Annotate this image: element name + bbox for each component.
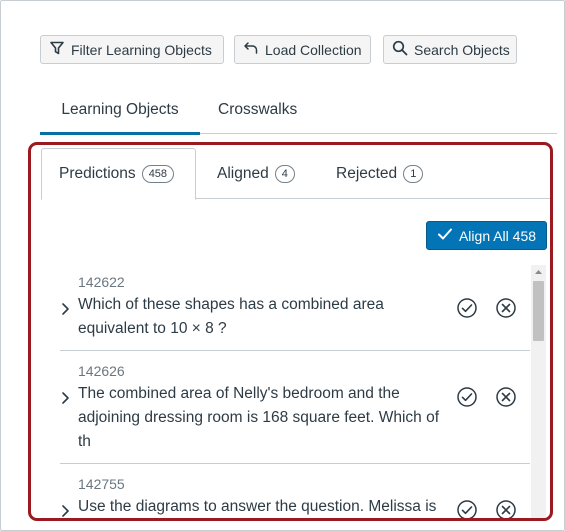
filter-button-label: Filter Learning Objects: [71, 41, 212, 58]
accept-check-circle-icon[interactable]: [455, 385, 479, 409]
predictions-count-badge: 458: [141, 165, 175, 183]
toolbar: Filter Learning Objects Load Collection …: [40, 35, 517, 64]
tab-crosswalks[interactable]: Crosswalks: [218, 86, 297, 134]
tab-learning-objects[interactable]: Learning Objects: [40, 86, 200, 135]
tab-rejected[interactable]: Rejected 1: [336, 148, 424, 200]
aligned-count-badge: 4: [274, 165, 295, 183]
item-id: 142755: [78, 476, 125, 492]
accept-check-circle-icon[interactable]: [455, 296, 479, 320]
load-collection-button[interactable]: Load Collection: [234, 35, 371, 64]
chevron-right-icon[interactable]: [60, 391, 72, 405]
list-item: 142622 Which of these shapes has a combi…: [60, 262, 530, 351]
item-question: Which of these shapes has a combined are…: [78, 296, 384, 337]
tab-aligned-label: Aligned: [217, 165, 269, 182]
search-icon: [392, 40, 408, 59]
search-button-label: Search Objects: [414, 41, 510, 58]
reject-x-circle-icon[interactable]: [494, 498, 518, 518]
rejected-count-badge: 1: [403, 165, 424, 183]
item-question: Use the diagrams to answer the question.…: [78, 498, 437, 515]
checkmark-icon: [437, 226, 453, 245]
predictions-panel: Predictions 458 Aligned 4 Rejected 1 Ali…: [28, 142, 553, 521]
tab-rejected-label: Rejected: [336, 165, 398, 182]
align-all-label: Align All 458: [458, 227, 537, 244]
accept-check-circle-icon[interactable]: [455, 498, 479, 518]
item-id: 142622: [78, 274, 125, 290]
item-actions: [455, 498, 518, 518]
load-button-label: Load Collection: [265, 41, 362, 58]
filter-icon: [49, 40, 65, 59]
reject-x-circle-icon[interactable]: [494, 385, 518, 409]
undo-arrow-icon: [243, 40, 259, 59]
align-all-button[interactable]: Align All 458: [426, 221, 547, 250]
item-actions: [455, 385, 518, 409]
tab-aligned[interactable]: Aligned 4: [217, 148, 295, 200]
reject-x-circle-icon[interactable]: [494, 296, 518, 320]
scroll-up-arrow-icon[interactable]: [531, 265, 546, 279]
list-item: 142626 The combined area of Nelly's bedr…: [60, 351, 530, 464]
chevron-right-icon[interactable]: [60, 504, 72, 518]
list-item: 142755 Use the diagrams to answer the qu…: [60, 464, 530, 518]
chevron-right-icon[interactable]: [60, 302, 72, 316]
scrollbar-thumb[interactable]: [533, 281, 544, 341]
sub-tabs: Predictions 458 Aligned 4 Rejected 1: [41, 148, 550, 200]
filter-learning-objects-button[interactable]: Filter Learning Objects: [40, 35, 224, 64]
item-actions: [455, 296, 518, 320]
search-objects-button[interactable]: Search Objects: [383, 35, 517, 64]
predictions-list: 142622 Which of these shapes has a combi…: [60, 262, 530, 518]
tab-predictions[interactable]: Predictions 458: [41, 148, 196, 200]
tab-predictions-label: Predictions: [59, 165, 136, 182]
item-question: The combined area of Nelly's bedroom and…: [78, 385, 440, 450]
main-tabs: Learning Objects Crosswalks: [40, 86, 557, 135]
list-scrollbar[interactable]: [531, 265, 546, 518]
item-id: 142626: [78, 363, 125, 379]
